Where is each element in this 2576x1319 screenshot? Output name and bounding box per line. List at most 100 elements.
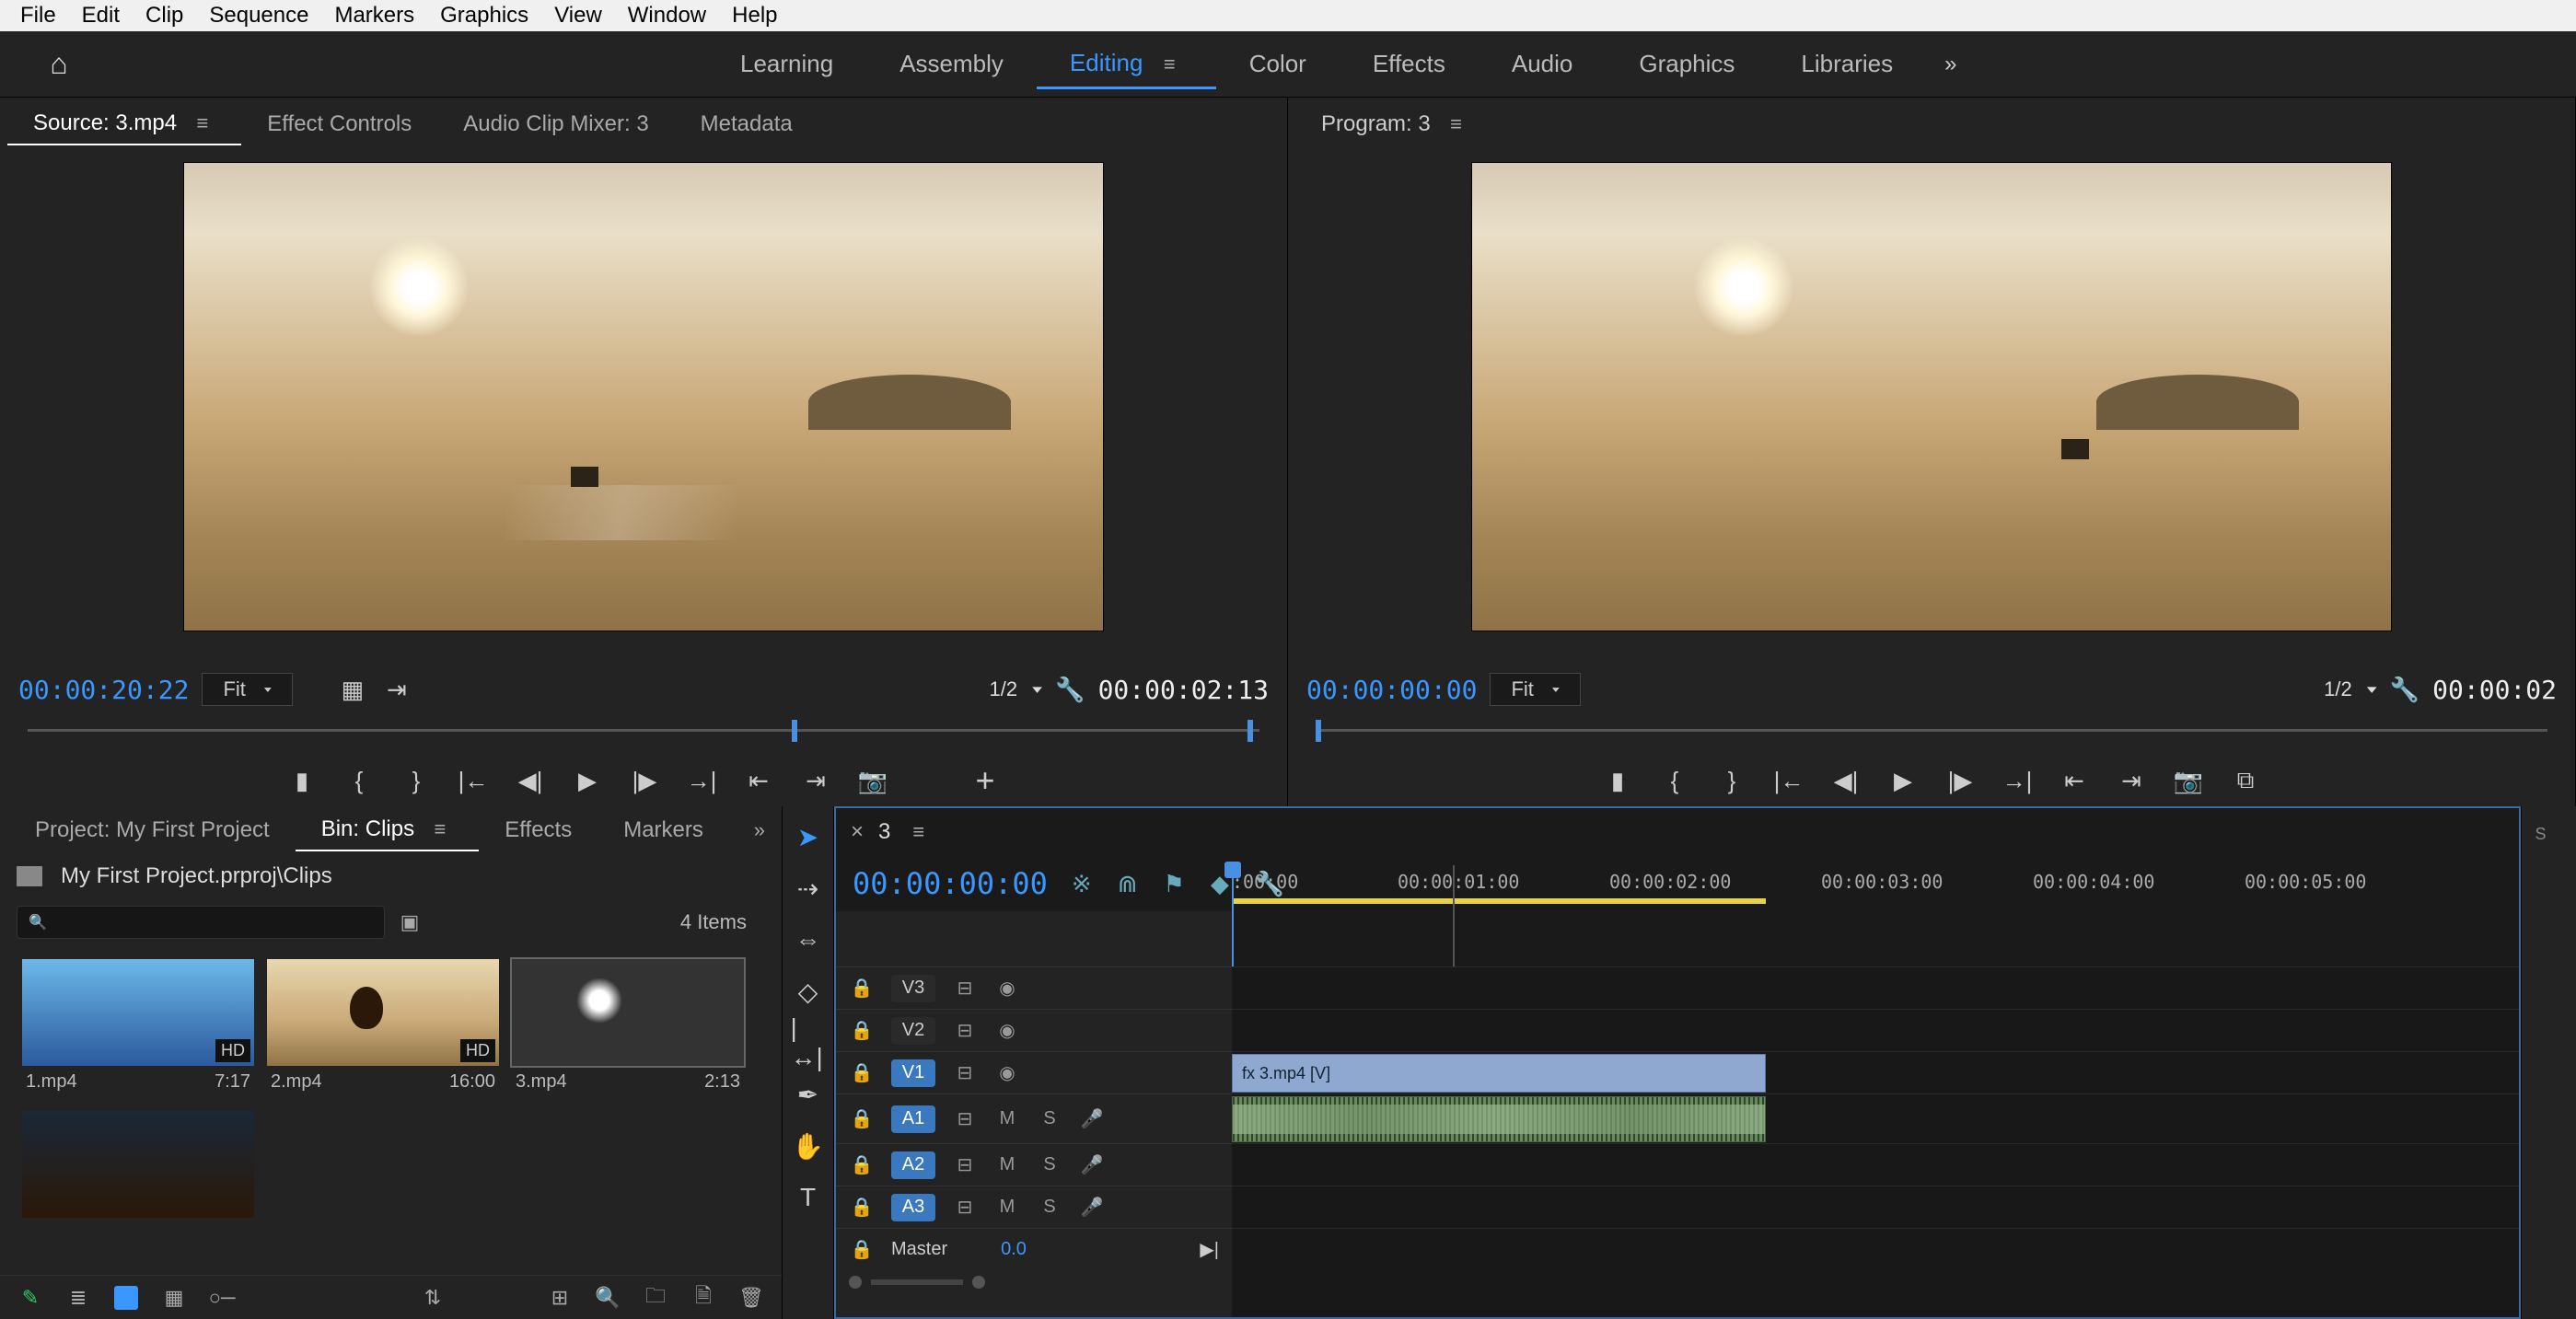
- hand-tool-icon[interactable]: ✋: [791, 1128, 826, 1163]
- source-tab-menu-icon[interactable]: ≡: [189, 111, 215, 134]
- audio-clip[interactable]: [1232, 1096, 1766, 1142]
- lock-icon[interactable]: 🔒: [849, 1153, 875, 1176]
- extract-button[interactable]: ⇥: [2116, 765, 2147, 796]
- settings-icon[interactable]: ⇥: [381, 674, 412, 705]
- source-settings-icon[interactable]: 🔧: [1055, 676, 1085, 704]
- sync-lock-icon[interactable]: ⊟: [952, 977, 978, 1000]
- snap-icon[interactable]: ※: [1072, 870, 1092, 898]
- track-select-tool-icon[interactable]: ⇢: [791, 871, 826, 906]
- track-header-v2[interactable]: 🔒V2⊟◉: [836, 1009, 1232, 1051]
- lane-v1[interactable]: fx 3.mp4 [V]: [1232, 1051, 2519, 1093]
- lane-a3[interactable]: [1232, 1186, 2519, 1228]
- sequence-name[interactable]: 3: [878, 819, 890, 845]
- zoom-handle[interactable]: [849, 1276, 862, 1289]
- clip-thumbnail[interactable]: HD: [267, 959, 499, 1066]
- mark-out-button[interactable]: }: [1716, 765, 1747, 796]
- zoom-handle[interactable]: [972, 1276, 985, 1289]
- clip-item[interactable]: 3.mp42:13: [512, 959, 744, 1098]
- clip-thumbnail[interactable]: HD: [22, 959, 254, 1066]
- linked-selection-icon[interactable]: ⋒: [1118, 870, 1138, 898]
- find-icon[interactable]: 🔍: [596, 1286, 620, 1310]
- pen-tool-icon[interactable]: ✒: [791, 1077, 826, 1112]
- sync-lock-icon[interactable]: ⊟: [952, 1153, 978, 1176]
- work-area[interactable]: [1232, 898, 1766, 904]
- menu-view[interactable]: View: [541, 0, 615, 32]
- add-marker-button[interactable]: ▮: [1602, 765, 1633, 796]
- eye-icon[interactable]: ◉: [994, 1061, 1020, 1084]
- razor-tool-icon[interactable]: ◇: [791, 974, 826, 1009]
- source-monitor[interactable]: [183, 162, 1104, 631]
- new-bin-icon[interactable]: 🗀: [644, 1286, 667, 1310]
- automate-icon[interactable]: ⊞: [548, 1286, 572, 1310]
- menu-file[interactable]: File: [7, 0, 69, 32]
- sort-icon[interactable]: ⇅: [421, 1286, 445, 1310]
- play-button[interactable]: ▶: [572, 765, 603, 796]
- lift-button[interactable]: ⇤: [2059, 765, 2090, 796]
- voice-record-icon[interactable]: 🎤: [1079, 1107, 1105, 1130]
- tab-metadata[interactable]: Metadata: [675, 104, 818, 145]
- mark-in-button[interactable]: {: [1659, 765, 1690, 796]
- mute-button[interactable]: M: [994, 1108, 1020, 1129]
- voice-record-icon[interactable]: 🎤: [1079, 1196, 1105, 1219]
- button-editor-icon[interactable]: +: [969, 765, 1001, 796]
- write-mode-icon[interactable]: ✎: [18, 1286, 42, 1310]
- slip-tool-icon[interactable]: |↔|: [791, 1025, 826, 1060]
- solo-button[interactable]: S: [1037, 1108, 1062, 1129]
- lane-a2[interactable]: [1232, 1143, 2519, 1186]
- bin-tab-menu-icon[interactable]: ≡: [426, 817, 453, 840]
- clip-thumbnail[interactable]: [22, 1111, 254, 1218]
- menu-graphics[interactable]: Graphics: [427, 0, 541, 32]
- lock-icon[interactable]: 🔒: [849, 1238, 875, 1261]
- step-back-button[interactable]: ◀|: [1830, 765, 1862, 796]
- lock-icon[interactable]: 🔒: [849, 977, 875, 1000]
- tab-markers[interactable]: Markers: [598, 810, 729, 850]
- program-resolution-select[interactable]: 1/2▾: [2324, 677, 2377, 701]
- menu-sequence[interactable]: Sequence: [196, 0, 321, 32]
- sync-lock-icon[interactable]: ⊟: [952, 1107, 978, 1130]
- new-search-bin-icon[interactable]: ▣: [398, 910, 422, 934]
- sync-lock-icon[interactable]: ⊟: [952, 1196, 978, 1219]
- play-button[interactable]: ▶: [1887, 765, 1919, 796]
- program-timecode[interactable]: 00:00:00:00: [1306, 675, 1477, 705]
- tab-project[interactable]: Project: My First Project: [9, 810, 296, 850]
- workspace-assembly[interactable]: Assembly: [866, 40, 1037, 87]
- go-to-out-button[interactable]: →|: [2002, 765, 2033, 796]
- tab-bin[interactable]: Bin: Clips ≡: [296, 809, 480, 851]
- zoom-track[interactable]: [871, 1279, 963, 1285]
- tab-source[interactable]: Source: 3.mp4 ≡: [7, 103, 241, 145]
- list-view-icon[interactable]: ≣: [66, 1286, 90, 1310]
- sync-lock-icon[interactable]: ⊟: [952, 1061, 978, 1084]
- lane-v3[interactable]: [1232, 966, 2519, 1009]
- voice-record-icon[interactable]: 🎤: [1079, 1153, 1105, 1176]
- step-forward-button[interactable]: |▶: [1944, 765, 1976, 796]
- mark-in-button[interactable]: {: [343, 765, 375, 796]
- zoom-slider[interactable]: ○─: [210, 1286, 234, 1310]
- home-icon[interactable]: ⌂: [37, 46, 81, 83]
- lock-icon[interactable]: 🔒: [849, 1107, 875, 1130]
- track-header-v3[interactable]: 🔒V3⊟◉: [836, 966, 1232, 1009]
- program-settings-icon[interactable]: 🔧: [2390, 676, 2419, 704]
- new-item-icon[interactable]: 🗎: [691, 1286, 715, 1310]
- video-clip[interactable]: fx 3.mp4 [V]: [1232, 1054, 1766, 1093]
- menu-clip[interactable]: Clip: [133, 0, 196, 32]
- source-scrubber[interactable]: [28, 714, 1259, 755]
- jump-icon[interactable]: ▶|: [1200, 1238, 1219, 1261]
- program-zoom-select[interactable]: Fit▾: [1490, 673, 1580, 706]
- source-timecode-dur[interactable]: 00:00:02:13: [1098, 675, 1269, 705]
- sync-lock-icon[interactable]: ⊟: [952, 1019, 978, 1042]
- timeline-menu-icon[interactable]: ≡: [905, 820, 932, 844]
- track-header-master[interactable]: 🔒Master0.0▶|: [836, 1228, 1232, 1270]
- program-monitor[interactable]: [1471, 162, 2392, 631]
- tab-effect-controls[interactable]: Effect Controls: [241, 104, 437, 145]
- tab-audio-clip-mixer[interactable]: Audio Clip Mixer: 3: [437, 104, 674, 145]
- close-sequence-icon[interactable]: ×: [851, 819, 864, 845]
- mute-button[interactable]: M: [994, 1154, 1020, 1175]
- source-timecode-in[interactable]: 00:00:20:22: [18, 675, 189, 705]
- type-tool-icon[interactable]: T: [791, 1180, 826, 1215]
- lock-icon[interactable]: 🔒: [849, 1019, 875, 1042]
- master-value[interactable]: 0.0: [1001, 1239, 1027, 1260]
- go-to-in-button[interactable]: |←: [458, 765, 489, 796]
- workspace-effects[interactable]: Effects: [1340, 40, 1479, 87]
- workspace-color[interactable]: Color: [1216, 40, 1340, 87]
- export-frame-button[interactable]: 📷: [2173, 765, 2204, 796]
